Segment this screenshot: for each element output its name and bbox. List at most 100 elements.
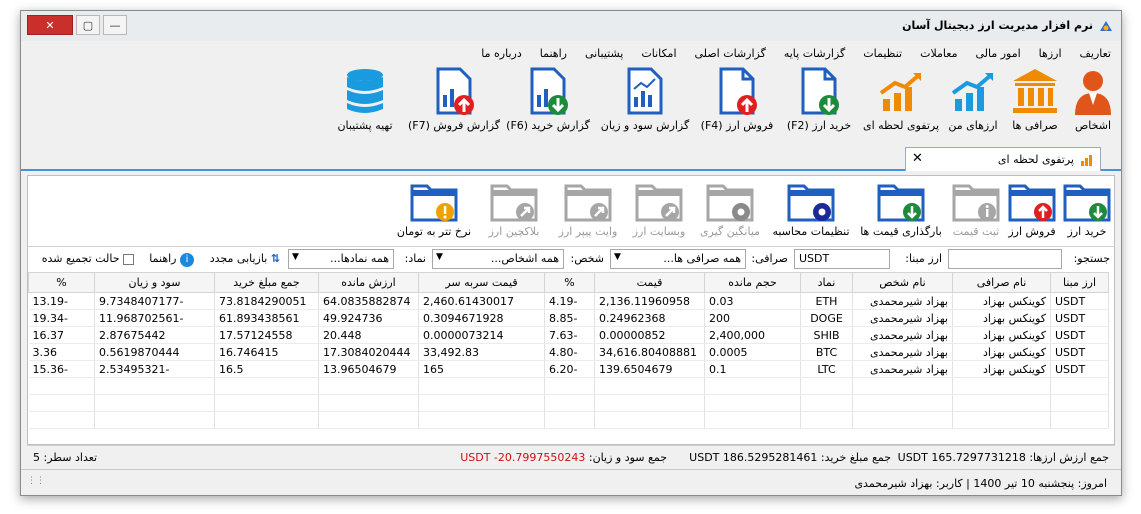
exchange-select[interactable]: همه صرافی ها... ▼ [610, 249, 746, 269]
folder-settings-icon [787, 184, 835, 222]
menu-bar: تعاریف ارزها امور مالی معاملات تنظیمات گ… [21, 43, 1121, 63]
col-base[interactable]: ارز مبنا [1050, 272, 1109, 293]
toolbar-sell-button[interactable]: فروش ارز [1006, 178, 1058, 244]
col-exchange[interactable]: نام صرافی [952, 272, 1051, 293]
buy-coin-button[interactable]: خرید ارز (F2) [781, 65, 857, 141]
status-bar: امروز: پنجشنبه 10 تیر 1400 | کاربر: بهزا… [21, 469, 1121, 495]
person-label: شخص: [570, 252, 605, 265]
folder-sell-icon [1008, 184, 1056, 222]
refresh-button[interactable]: ⇅ بازیابی مجدد [210, 252, 280, 265]
database-icon [347, 69, 383, 113]
col-remaining-volume[interactable]: حجم مانده [704, 272, 801, 293]
tab-close-icon[interactable]: ✕ [912, 151, 923, 166]
table-row[interactable]: USDT کوینکس بهزاد بهزاد شیرمحمدی SHIB 2,400,… [28, 326, 1109, 344]
col-profit-loss[interactable]: سود و زیان [94, 272, 215, 293]
buy-document-icon [801, 67, 839, 115]
toolbar-load-prices-button[interactable]: بارگذاری قیمت ها [856, 178, 946, 244]
buy-report-icon [530, 67, 568, 115]
help-button[interactable]: i راهنما [149, 252, 194, 267]
total-buy-summary: جمع مبلغ خرید: USDT 186.5295281461 [689, 451, 891, 464]
search-input[interactable] [948, 249, 1062, 269]
col-person[interactable]: نام شخص [852, 272, 953, 293]
chevron-down-icon: ▼ [614, 252, 621, 262]
col-symbol[interactable]: نماد [800, 272, 853, 293]
menu-about[interactable]: درباره ما [481, 47, 521, 60]
folder-warning-icon [410, 184, 458, 222]
person-icon [1075, 71, 1111, 115]
my-coins-button[interactable]: ارزهای من [945, 65, 1001, 141]
search-label: جستجو: [1073, 252, 1110, 265]
folder-buy-icon [1063, 184, 1111, 222]
toolbar-calc-settings-button[interactable]: تنظیمات محاسبه [770, 178, 852, 244]
folder-info-icon [952, 184, 1000, 222]
sell-report-icon [436, 67, 474, 115]
menu-features[interactable]: امکانات [641, 47, 676, 60]
table-row[interactable]: USDT کوینکس بهزاد بهزاد شیرمحمدی BTC 0.0005 3… [28, 343, 1109, 361]
menu-settings[interactable]: تنظیمات [863, 47, 902, 60]
sell-document-icon [719, 67, 757, 115]
col-breakeven[interactable]: قیمت سربه سر [418, 272, 545, 293]
menu-basic-reports[interactable]: گزارشات پایه [784, 47, 845, 60]
toolbar-blockchain-button[interactable]: بلاکچین ارز [480, 178, 548, 244]
row-count: تعداد سطر: 5 [33, 451, 98, 464]
report-chart-icon [627, 67, 663, 115]
toolbar-averaging-button[interactable]: میانگین گیری [694, 178, 766, 244]
table-row[interactable]: USDT کوینکس بهزاد بهزاد شیرمحمدی LTC 0.1 139.… [28, 360, 1109, 378]
menu-main-reports[interactable]: گزارشات اصلی [695, 47, 766, 60]
ribbon-toolbar: اشخاص صرافی ها ارزهای من پرتفوی لحظه ای … [21, 65, 1121, 143]
bank-icon [1013, 69, 1057, 113]
minimize-button[interactable]: — [103, 15, 127, 35]
bar-chart-icon [879, 73, 921, 111]
menu-support[interactable]: پشتیبانی [585, 47, 623, 60]
chevron-down-icon: ▼ [436, 252, 443, 262]
menu-trades[interactable]: معاملات [920, 47, 957, 60]
menu-coins[interactable]: ارزها [1039, 47, 1062, 60]
portfolio-button[interactable]: پرتفوی لحظه ای [861, 65, 941, 141]
folder-link-icon [635, 184, 683, 222]
backup-button[interactable]: تهیه پشتیبان [327, 65, 403, 141]
base-coin-input[interactable]: USDT [794, 249, 890, 269]
folder-download-icon [877, 184, 925, 222]
profit-loss-report-button[interactable]: گزارش سود و زیان [597, 65, 693, 141]
symbol-select[interactable]: همه نمادها... ▼ [288, 249, 394, 269]
app-logo-icon [1100, 21, 1112, 31]
info-icon: i [180, 253, 194, 267]
tab-portfolio[interactable]: پرتفوی لحظه ای ✕ [905, 147, 1101, 171]
col-price-percent[interactable]: % [544, 272, 595, 293]
sell-coin-button[interactable]: فروش ارز (F4) [699, 65, 775, 141]
toolbar-buy-button[interactable]: خرید ارز [1062, 178, 1112, 244]
col-total-buy[interactable]: جمع مبلغ خرید [214, 272, 319, 293]
menu-definitions[interactable]: تعاریف [1080, 47, 1111, 60]
window-title: نرم افزار مدیریت ارز دیجیتال آسان [902, 19, 1093, 32]
sell-report-button[interactable]: گزارش فروش (F7) [408, 65, 500, 141]
growth-chart-icon [951, 73, 993, 111]
toolbar-website-button[interactable]: وبسایت ارز [628, 178, 690, 244]
maximize-button[interactable]: ▢ [76, 15, 100, 35]
person-select[interactable]: همه اشخاص... ▼ [432, 249, 564, 269]
resize-grip-icon[interactable]: ⋮⋮ [27, 476, 45, 488]
table-row[interactable]: USDT کوینکس بهزاد بهزاد شیرمحمدی DOGE 200 0.2… [28, 309, 1109, 327]
checkbox-icon [123, 253, 134, 265]
chevron-down-icon: ▼ [292, 252, 299, 262]
menu-help[interactable]: راهنما [540, 47, 567, 60]
empty-row [28, 411, 1109, 429]
col-remaining-value[interactable]: ارزش مانده [318, 272, 419, 293]
close-button[interactable]: ✕ [27, 15, 73, 35]
symbol-label: نماد: [404, 252, 426, 265]
toolbar-whitepaper-button[interactable]: وایت پیپر ارز [552, 178, 624, 244]
toolbar-tether-rate-button[interactable]: نرخ تتر به تومان [392, 178, 476, 244]
aggregate-checkbox[interactable]: حالت تجمیع شده [42, 252, 134, 265]
total-profit-summary: جمع سود و زیان: USDT -20.7997550243 [460, 451, 667, 464]
menu-finance[interactable]: امور مالی [975, 47, 1020, 60]
toolbar-register-price-button[interactable]: ثبت قیمت [950, 178, 1002, 244]
folder-link-icon [564, 184, 612, 222]
table-row[interactable]: USDT کوینکس بهزاد بهزاد شیرمحمدی ETH 0.03 2,1… [28, 292, 1109, 310]
buy-report-button[interactable]: گزارش خرید (F6) [505, 65, 591, 141]
portfolio-grid: ارز مبنا نام صرافی نام شخص نماد حجم ماند… [28, 272, 1114, 444]
folder-link-icon [490, 184, 538, 222]
app-window: ✕ ▢ — نرم افزار مدیریت ارز دیجیتال آسان … [20, 10, 1122, 496]
exchanges-button[interactable]: صرافی ها [1007, 65, 1063, 141]
col-profit-percent[interactable]: % [28, 272, 95, 293]
persons-button[interactable]: اشخاص [1069, 65, 1117, 141]
col-price[interactable]: قیمت [594, 272, 705, 293]
